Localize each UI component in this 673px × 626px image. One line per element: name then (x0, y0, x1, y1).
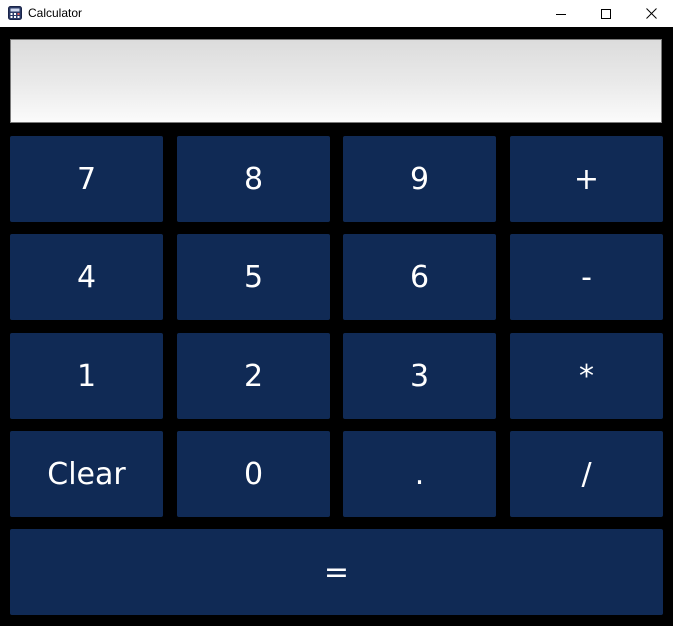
key-label: 2 (243, 358, 264, 394)
key-multiply[interactable]: * (510, 333, 663, 419)
minimize-icon (556, 13, 566, 15)
key-label: 4 (76, 259, 97, 295)
title-bar[interactable]: Calculator (0, 0, 673, 27)
key-label: 7 (76, 161, 97, 197)
key-clear[interactable]: Clear (10, 431, 163, 517)
key-7[interactable]: 7 (10, 136, 163, 222)
key-label: 6 (409, 259, 430, 295)
calculator-app-icon (8, 6, 22, 20)
key-label: = (323, 554, 350, 590)
key-label: * (579, 358, 594, 394)
key-label: 0 (243, 456, 264, 492)
key-3[interactable]: 3 (343, 333, 496, 419)
key-equals[interactable]: = (10, 529, 663, 615)
key-label: - (581, 259, 592, 295)
key-label: 8 (243, 161, 264, 197)
key-subtract[interactable]: - (510, 234, 663, 320)
key-label: 9 (409, 161, 430, 197)
maximize-button[interactable] (583, 0, 629, 27)
key-1[interactable]: 1 (10, 333, 163, 419)
key-label: 5 (243, 259, 264, 295)
key-2[interactable]: 2 (177, 333, 330, 419)
key-8[interactable]: 8 (177, 136, 330, 222)
window-title: Calculator (28, 6, 83, 20)
calculator-window: Calculator 7 8 9 + 4 5 6 - 1 2 3 * Clear… (0, 0, 673, 626)
minimize-button[interactable] (538, 0, 584, 27)
key-label: 3 (409, 358, 430, 394)
key-6[interactable]: 6 (343, 234, 496, 320)
key-label: Clear (47, 456, 126, 492)
key-0[interactable]: 0 (177, 431, 330, 517)
key-label: 1 (76, 358, 97, 394)
key-divide[interactable]: / (510, 431, 663, 517)
key-5[interactable]: 5 (177, 234, 330, 320)
close-icon (645, 8, 657, 19)
key-decimal[interactable]: . (343, 431, 496, 517)
key-add[interactable]: + (510, 136, 663, 222)
key-label: + (573, 161, 600, 197)
key-4[interactable]: 4 (10, 234, 163, 320)
maximize-icon (601, 8, 611, 19)
key-label: . (414, 456, 425, 492)
key-9[interactable]: 9 (343, 136, 496, 222)
key-label: / (581, 456, 592, 492)
close-button[interactable] (628, 0, 673, 27)
calculator-display[interactable] (10, 39, 662, 123)
